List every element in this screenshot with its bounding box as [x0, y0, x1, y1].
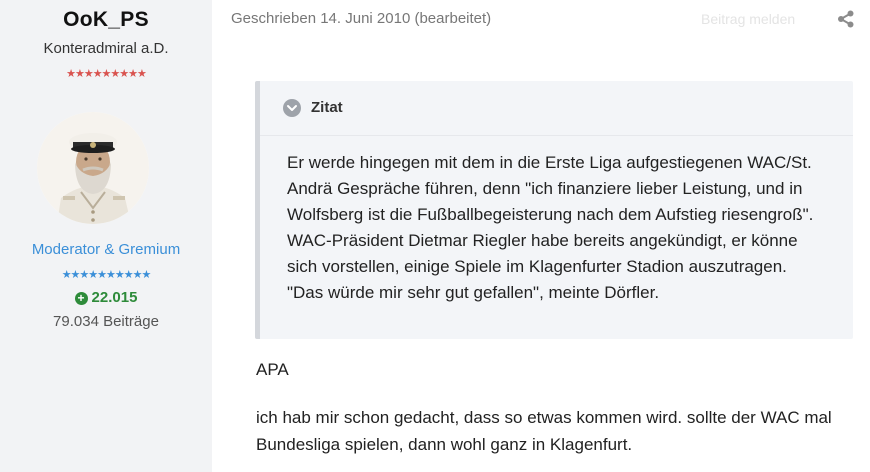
- comment-line: Bundesliga spielen, dann wohl ganz in Kl…: [256, 435, 633, 454]
- quote-line: sich vorstellen, einige Spiele im Klagen…: [287, 257, 787, 276]
- reputation-badge[interactable]: +22.015: [0, 289, 212, 306]
- group-stars: ★★★★★★★★★★: [61, 269, 152, 281]
- post-meta: Geschrieben 14. Juni 2010 (bearbeitet): [231, 10, 492, 27]
- quote-line: Andrä Gespräche führen, denn "ich finanz…: [287, 179, 803, 198]
- captain-portrait-icon: [37, 112, 149, 224]
- quote-block: Zitat Er werde hingegen mit dem in die E…: [255, 81, 853, 339]
- author-rank-title: Konteradmiral a.D.: [43, 40, 169, 57]
- author-username[interactable]: OoK_PS: [0, 8, 212, 32]
- quote-title: Zitat: [311, 99, 343, 116]
- author-sidebar: OoK_PS Konteradmiral a.D. ★★★★★★★★★ Mode…: [0, 0, 212, 472]
- comment-line: ich hab mir schon gedacht, dass so etwas…: [256, 408, 832, 427]
- post-comment: ich hab mir schon gedacht, dass so etwas…: [256, 404, 856, 458]
- report-post-link[interactable]: Beitrag melden: [701, 11, 795, 27]
- author-post-count: 79.034 Beiträge: [53, 313, 159, 330]
- quote-line: Wolfsberg ist die Fußballbegeisterung na…: [287, 205, 814, 224]
- author-group: Moderator & Gremium: [31, 241, 181, 258]
- share-icon[interactable]: [836, 9, 856, 29]
- source-label: APA: [256, 360, 289, 379]
- rank-stars: ★★★★★★★★★: [66, 68, 147, 80]
- chevron-down-icon[interactable]: [283, 99, 301, 117]
- reputation-value: 22.015: [91, 289, 138, 306]
- quote-body: Er werde hingegen mit dem in die Erste L…: [287, 150, 847, 306]
- quote-line: WAC-Präsident Dietmar Riegler habe berei…: [287, 231, 798, 250]
- author-avatar[interactable]: [37, 112, 149, 224]
- plus-circle-icon: +: [74, 292, 88, 305]
- quote-line: Er werde hingegen mit dem in die Erste L…: [287, 153, 812, 172]
- quote-line: "Das würde mir sehr gut gefallen", meint…: [287, 283, 660, 302]
- quote-header[interactable]: Zitat: [260, 81, 853, 136]
